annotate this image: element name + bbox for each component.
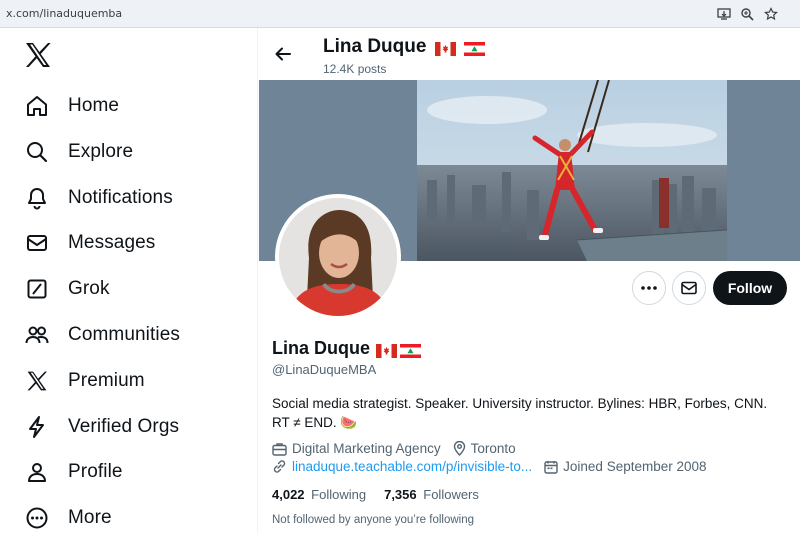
calendar-icon bbox=[544, 460, 558, 474]
install-app-icon[interactable] bbox=[714, 4, 734, 24]
bio-line-1: Social media strategist. Speaker. Univer… bbox=[272, 396, 768, 411]
header-post-count: 12.4K posts bbox=[323, 62, 387, 76]
profile-website[interactable]: linaduque.teachable.com/p/invisible-to..… bbox=[272, 459, 532, 474]
canada-flag-icon bbox=[376, 342, 397, 358]
nav-explore[interactable]: Explore bbox=[20, 132, 133, 172]
home-icon bbox=[20, 89, 54, 123]
profile-header-bar: Lina Duque 12.4K posts bbox=[259, 28, 800, 80]
profile-joined-text: Joined September 2008 bbox=[563, 459, 707, 474]
profile-category: Digital Marketing Agency bbox=[272, 441, 441, 456]
nav-messages[interactable]: Messages bbox=[20, 223, 155, 263]
following-label: Following bbox=[311, 487, 367, 502]
back-arrow-icon bbox=[275, 47, 291, 61]
x-premium-icon bbox=[20, 364, 54, 398]
header-name-row: Lina Duque bbox=[323, 36, 486, 58]
profile-name: Lina Duque bbox=[272, 338, 370, 358]
nav-notifications-label: Notifications bbox=[68, 187, 173, 208]
nav-profile[interactable]: Profile bbox=[20, 452, 123, 492]
profile-meta-row-1: Digital Marketing Agency Toronto bbox=[272, 441, 528, 456]
message-button[interactable] bbox=[672, 271, 706, 305]
profile-location: Toronto bbox=[453, 441, 516, 456]
ellipsis-icon bbox=[641, 286, 657, 290]
nav-home[interactable]: Home bbox=[20, 86, 119, 126]
nav-grok[interactable]: Grok bbox=[20, 269, 110, 309]
zoom-icon[interactable] bbox=[737, 4, 757, 24]
lebanon-flag-icon bbox=[400, 342, 421, 358]
mail-icon bbox=[681, 281, 697, 295]
header-name: Lina Duque bbox=[323, 36, 427, 57]
canada-flag-icon bbox=[434, 40, 456, 56]
profile-bio: Social media strategist. Speaker. Univer… bbox=[272, 394, 792, 432]
profile-category-text: Digital Marketing Agency bbox=[292, 441, 441, 456]
profile-main: Lina Duque 12.4K posts Follow Lina Duque… bbox=[259, 28, 800, 533]
profile-stats: 4,022 Following 7,356 Followers bbox=[272, 487, 497, 502]
nav-communities-label: Communities bbox=[68, 324, 180, 345]
nav-premium-label: Premium bbox=[68, 370, 145, 391]
mail-icon bbox=[20, 226, 54, 260]
profile-meta-row-2: linaduque.teachable.com/p/invisible-to..… bbox=[272, 459, 719, 474]
nav-home-label: Home bbox=[68, 95, 120, 116]
banner-photo bbox=[417, 80, 727, 261]
profile-name-row: Lina Duque bbox=[272, 338, 421, 359]
more-circle-icon bbox=[20, 501, 54, 535]
profile-joined: Joined September 2008 bbox=[544, 459, 707, 474]
nav-notifications[interactable]: Notifications bbox=[20, 178, 173, 218]
location-pin-icon bbox=[453, 441, 465, 456]
grok-icon bbox=[20, 272, 54, 306]
following-count: 4,022 bbox=[272, 487, 305, 502]
nav-more[interactable]: More bbox=[20, 498, 112, 538]
profile-website-link[interactable]: linaduque.teachable.com/p/invisible-to..… bbox=[292, 459, 532, 474]
nav-profile-label: Profile bbox=[68, 461, 123, 482]
lebanon-flag-icon bbox=[464, 40, 486, 56]
followers-count: 7,356 bbox=[384, 487, 417, 502]
bell-icon bbox=[20, 181, 54, 215]
x-logo-icon[interactable] bbox=[24, 42, 52, 70]
back-button[interactable] bbox=[269, 40, 297, 68]
nav-explore-label: Explore bbox=[68, 141, 134, 162]
nav-premium[interactable]: Premium bbox=[20, 361, 145, 401]
bookmark-star-icon[interactable] bbox=[761, 4, 781, 24]
communities-icon bbox=[20, 318, 54, 352]
profile-handle: @LinaDuqueMBA bbox=[272, 362, 377, 377]
left-sidebar: Home Explore Notifications Messages Grok… bbox=[0, 28, 258, 533]
following-link[interactable]: 4,022 Following bbox=[272, 487, 366, 502]
nav-messages-label: Messages bbox=[68, 232, 156, 253]
followers-label: Followers bbox=[423, 487, 479, 502]
briefcase-icon bbox=[272, 442, 287, 456]
link-icon bbox=[273, 460, 286, 473]
nav-verified-orgs[interactable]: Verified Orgs bbox=[20, 407, 179, 447]
url-text[interactable]: x.com/linaduquemba bbox=[6, 7, 122, 20]
nav-grok-label: Grok bbox=[68, 278, 110, 299]
browser-address-bar[interactable]: x.com/linaduquemba bbox=[0, 0, 800, 28]
avatar-photo bbox=[279, 198, 397, 316]
person-icon bbox=[20, 455, 54, 489]
bio-line-2: RT ≠ END. 🍉 bbox=[272, 415, 358, 430]
not-followed-note: Not followed by anyone you’re following bbox=[272, 514, 475, 526]
nav-communities[interactable]: Communities bbox=[20, 315, 180, 355]
followers-link[interactable]: 7,356 Followers bbox=[384, 487, 479, 502]
nav-more-label: More bbox=[68, 507, 112, 528]
lightning-icon bbox=[20, 410, 54, 444]
follow-button[interactable]: Follow bbox=[713, 271, 787, 305]
more-options-button[interactable] bbox=[632, 271, 666, 305]
profile-avatar[interactable] bbox=[275, 194, 401, 320]
search-icon bbox=[20, 135, 54, 169]
nav-verified-orgs-label: Verified Orgs bbox=[68, 416, 180, 437]
profile-location-text: Toronto bbox=[470, 441, 516, 456]
